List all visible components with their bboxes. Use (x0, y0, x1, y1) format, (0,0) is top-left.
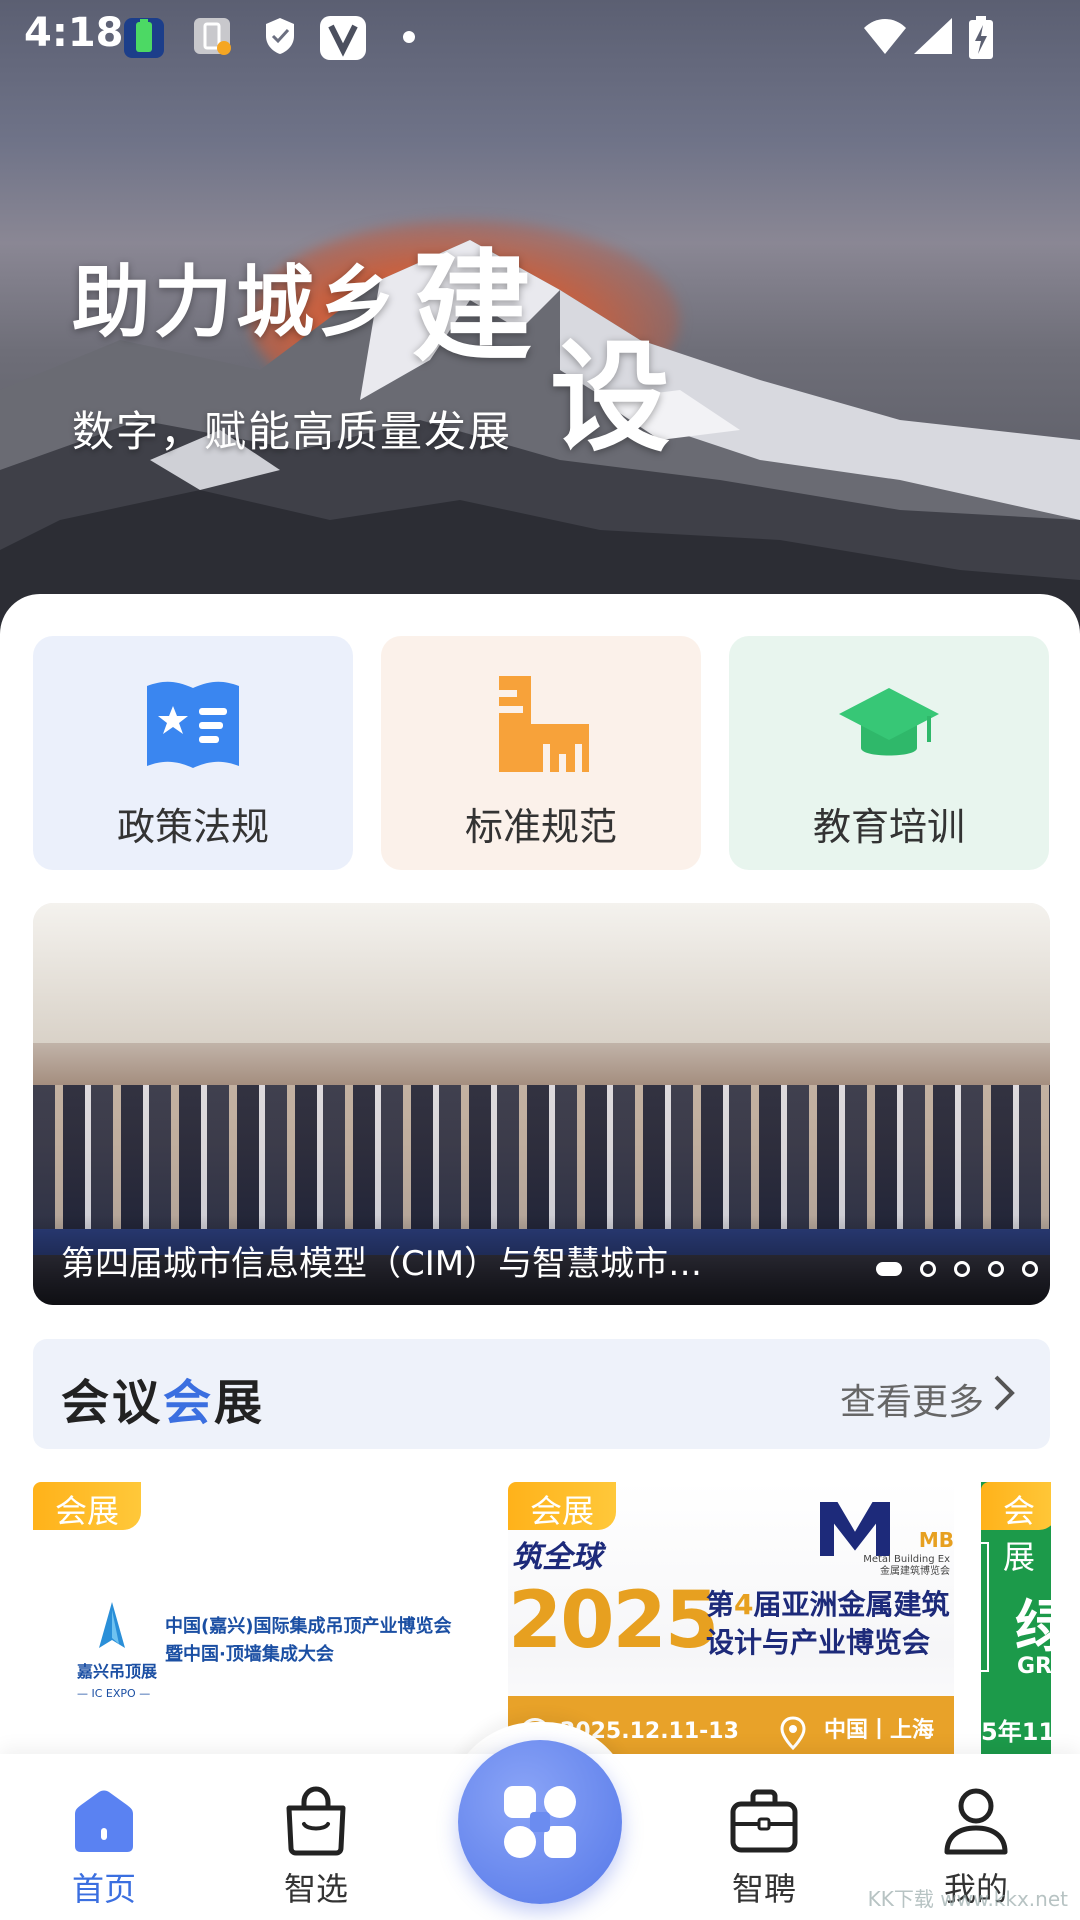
quick-link-label: 教育培训 (812, 805, 965, 849)
expo-brand: 嘉兴吊顶展 — IC EXPO — (77, 1662, 158, 1700)
wifi-icon (864, 19, 906, 54)
battery-charging-icon (969, 16, 993, 59)
expo-date: 5年11月 (981, 1718, 1051, 1746)
hero-title-part2: 建 (412, 239, 532, 378)
home-icon (75, 1790, 133, 1852)
mb-logo-icon (820, 1502, 890, 1556)
expo-headline: 筑全球 (512, 1540, 602, 1575)
briefcase-icon (730, 1789, 798, 1853)
exhibition-tag: 会展 (508, 1482, 617, 1530)
location-pin-icon (780, 1716, 806, 1750)
battery-app-icon (124, 18, 164, 58)
exhibition-card[interactable]: 绿 GR 5年11月 会展 (981, 1482, 1051, 1764)
carousel-indicators (876, 1261, 1038, 1277)
quick-link-education[interactable]: 教育培训 (729, 636, 1049, 870)
nav-item-jobs[interactable]: 智聘 (684, 1784, 844, 1910)
ruler-icon (499, 676, 589, 772)
nav-label: 智选 (283, 1870, 348, 1908)
policy-book-icon (147, 681, 239, 768)
v-app-icon (320, 16, 366, 60)
expo-title: 绿 (1015, 1595, 1051, 1660)
carousel-dot[interactable] (954, 1261, 970, 1277)
graduation-cap-icon (839, 688, 939, 756)
shield-icon (266, 18, 294, 54)
quick-link-standards[interactable]: 标准规范 (381, 636, 701, 870)
hero-subtitle: 数字，赋能高质量发展 (72, 407, 513, 456)
battery-alert-icon (194, 18, 231, 55)
nav-item-home[interactable]: 首页 (24, 1784, 184, 1910)
hero-title-part3: 设 (550, 329, 670, 468)
apps-center-button[interactable] (458, 1740, 622, 1904)
watermark: KK下载 www.kkx.net (867, 1887, 1068, 1911)
carousel-dot[interactable] (1022, 1261, 1038, 1277)
news-carousel[interactable]: 第四届城市信息模型（CIM）与智慧城市… (33, 903, 1050, 1305)
expo-place: 中国丨上海 (823, 1718, 934, 1743)
nav-label: 首页 (71, 1870, 136, 1908)
view-more-link[interactable]: 查看更多 (840, 1373, 984, 1425)
hero-title-part1: 助力城乡 (72, 258, 401, 348)
status-time: 4:18 (24, 10, 124, 56)
quick-link-policy[interactable]: 政策法规 (33, 636, 353, 870)
exhibition-tag: 会展 (33, 1482, 142, 1530)
expo-title-line: 暨中国·顶墙集成大会 (165, 1644, 334, 1665)
hero-banner: 助力城乡 建 设 数字，赋能高质量发展 (0, 0, 1080, 640)
expo-title-line: 中国(嘉兴)国际集成吊顶产业博览会 (165, 1616, 452, 1637)
expo-name: 第4届亚洲金属建筑 设计与产业博览会 (706, 1588, 950, 1659)
shopping-bag-icon (286, 1786, 346, 1856)
cellular-signal-icon (914, 18, 952, 54)
carousel-dot[interactable] (876, 1262, 902, 1276)
mb-logo-subtext: Metal Building Ex 金属建筑博览会 (863, 1554, 950, 1577)
chevron-right-icon[interactable] (984, 1373, 1024, 1413)
user-icon (944, 1788, 1008, 1855)
section-title: 会议会展 (61, 1375, 266, 1431)
nav-label: 智聘 (731, 1870, 796, 1908)
exhibition-card[interactable]: 会展 嘉兴吊顶展 — IC EXPO — 中国(嘉兴)国际集成吊顶产业博览会 暨中… (33, 1482, 483, 1764)
carousel-dot[interactable] (988, 1261, 1004, 1277)
expo-year: 2025 (508, 1576, 719, 1666)
status-bar: 4:18 (0, 0, 1080, 72)
mb-logo-text: MB (918, 1528, 954, 1552)
hero-title: 助力城乡 建 设 (72, 239, 670, 468)
expo-subtitle: GR (1017, 1654, 1051, 1679)
banner-photo-ceiling (33, 903, 1050, 1043)
quick-link-label: 标准规范 (464, 805, 617, 849)
section-header-exhibitions: 会议会展 查看更多 (33, 1339, 1050, 1449)
carousel-dot[interactable] (920, 1261, 936, 1277)
notification-dot-icon (403, 31, 415, 43)
expo-logo-icon (99, 1602, 125, 1648)
carousel-caption: 第四届城市信息模型（CIM）与智慧城市… (61, 1244, 703, 1284)
exhibition-card[interactable]: 筑全球 MB Metal Building Ex 金属建筑博览会 2025 第4届… (508, 1482, 954, 1764)
quick-link-label: 政策法规 (116, 805, 269, 849)
exhibition-tag: 会展 (981, 1482, 1051, 1576)
nav-item-select[interactable]: 智选 (236, 1784, 396, 1910)
apps-grid-icon (504, 1786, 576, 1858)
